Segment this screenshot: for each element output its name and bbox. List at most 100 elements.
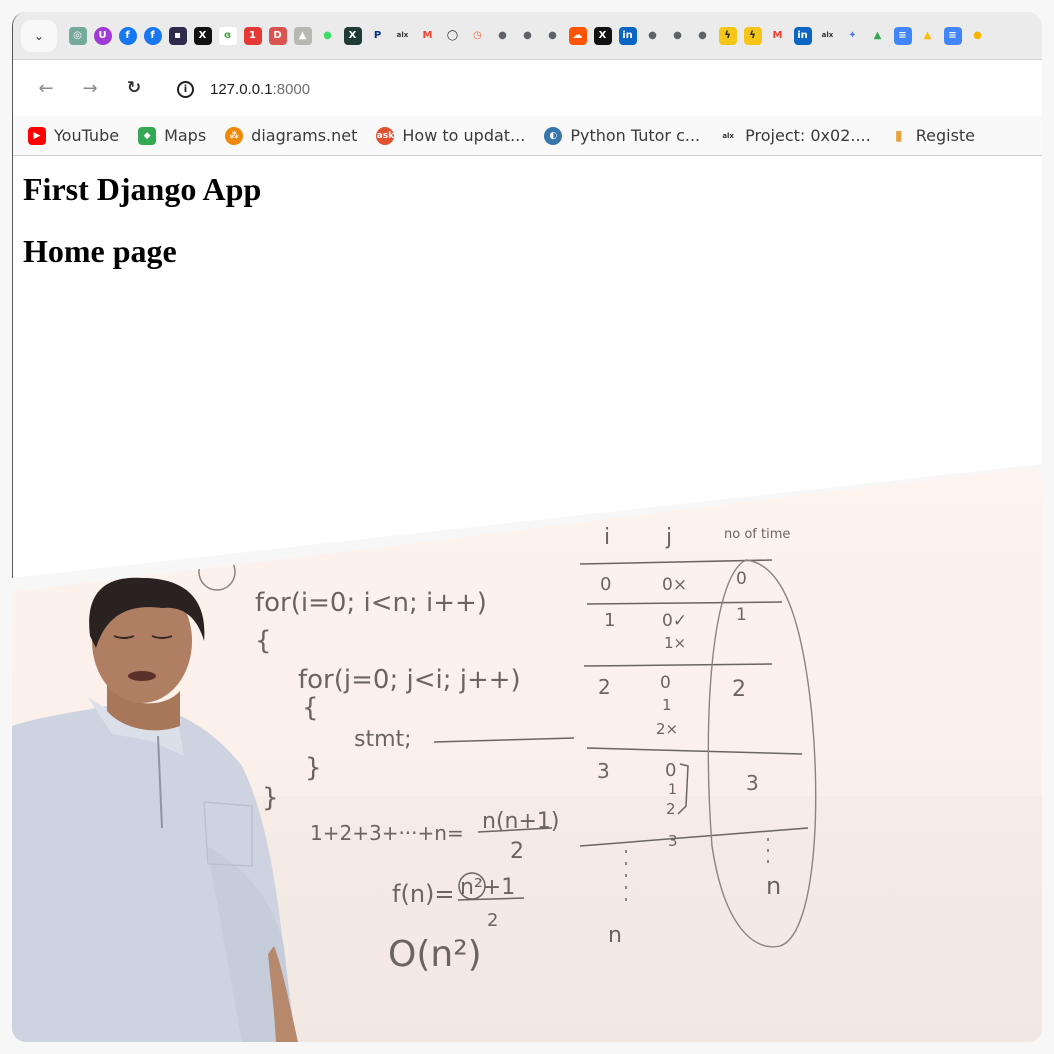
pinned-tab-globe[interactable]: ● [543,26,562,45]
pinned-tab-github[interactable]: ◯ [443,26,462,45]
pinned-tab-paypal[interactable]: P [368,26,387,45]
pinned-tab-google-docs[interactable]: ≡ [893,26,912,45]
pinned-tab-excel-x[interactable]: X [343,26,362,45]
pinned-tab-facebook[interactable]: f [143,26,162,45]
image-icon: ▲ [298,29,307,41]
bookmark-ask[interactable]: ask How to updat... [376,126,525,145]
pinned-tab-google-docs[interactable]: ≡ [943,26,962,45]
bookmark-bar-chart[interactable]: ▮ Registe [889,126,976,145]
cell-count: 1 [736,605,747,625]
chevron-down-icon: ⌄ [33,28,45,43]
facebook-icon: f [125,29,130,41]
linkedin-icon: in [797,29,808,41]
pinned-tab-bolt-app[interactable]: ϟ [718,26,737,45]
sum-formula-denominator: 2 [510,839,524,864]
pinned-tab-globe[interactable]: ● [493,26,512,45]
bookmark-label: Registe [915,126,976,145]
alx-icon: alx [719,126,738,145]
reload-button[interactable]: ↻ [119,73,149,103]
globe-icon: ● [673,29,682,41]
cell-j: 2 [666,800,676,818]
fn-formula-numerator: n²+1 [460,875,515,900]
pinned-tab-linkedin[interactable]: in [793,26,812,45]
forward-button[interactable]: → [75,73,105,103]
pinned-tab-google-drive[interactable]: ▲ [868,26,887,45]
table-header-i: i [604,525,610,550]
bookmarks-bar: ▶ YouTube ◆ Maps ⁂ diagrams.net ask How to upda… [13,116,1042,156]
github-icon: ◯ [446,29,459,41]
cell-i: 1 [604,610,615,631]
pinned-tab-alx[interactable]: alx [818,26,837,45]
pinned-tab-globe[interactable]: ● [643,26,662,45]
pinned-tab-upwork-u[interactable]: U [93,26,112,45]
code-line: for(i=0; i<n; i++) [255,588,487,618]
pinned-tab-linkedin[interactable]: in [618,26,637,45]
python-icon: ◐ [544,126,563,145]
url-host: 127.0.0.1 [210,80,273,98]
pinned-tab-globe[interactable]: ● [668,26,687,45]
globe-icon: ● [498,29,507,41]
bookmark-maps[interactable]: ◆ Maps [138,126,206,145]
pinned-tab-soundcloud[interactable]: ☁ [568,26,587,45]
pinned-tab-overleaf[interactable]: ɞ [218,26,237,45]
excel-x-icon: X [348,29,357,41]
x-icon: X [198,29,207,41]
pinned-tab-x[interactable]: X [593,26,612,45]
table-rule [586,601,783,605]
code-line: for(j=0; j<i; j++) [298,665,521,695]
pinned-tab-green-dot[interactable]: ● [318,26,337,45]
alx-icon: alx [821,31,834,39]
table-header-count: no of time [724,527,790,542]
pinned-tab-gmail[interactable]: M [768,26,787,45]
bookmark-label: Project: 0x02.... [745,126,871,145]
cell-i-last: n [608,923,622,948]
table-rule [586,747,803,755]
circled-number [198,553,236,591]
pinned-tab-chatgpt[interactable]: ◎ [68,26,87,45]
page-heading: First Django App [23,171,262,207]
pinned-tab-doc-pdf[interactable]: D [268,26,287,45]
pinned-tab-globe[interactable]: ● [518,26,537,45]
pinned-tab-x[interactable]: X [193,26,212,45]
pinned-tab-partial-yellow[interactable]: ● [968,26,987,45]
bookmark-youtube[interactable]: ▶ YouTube [28,126,119,145]
chatgpt-icon: ◎ [73,29,82,41]
cell-i: 3 [597,759,610,783]
cell-j: 0× [662,575,687,595]
bookmark-alx[interactable]: alx Project: 0x02.... [719,126,871,145]
pinned-tab-calendar-app[interactable]: 1 [243,26,262,45]
bookmark-python[interactable]: ◐ Python Tutor c... [544,126,700,145]
bookmark-label: diagrams.net [251,126,358,145]
pinned-tab-clock-app[interactable]: ◷ [468,26,487,45]
tab-search-button[interactable]: ⌄ [21,19,57,52]
fn-formula-lhs: f(n)= [392,880,455,908]
bookmark-diagrams[interactable]: ⁂ diagrams.net [225,126,357,145]
pinned-tab-bolt-app[interactable]: ϟ [743,26,762,45]
pinned-tab-alx[interactable]: alx [393,26,412,45]
pinned-tab-gemini[interactable]: ✦ [843,26,862,45]
address-bar[interactable]: i 127.0.0.1 :8000 [165,70,1042,108]
cell-j: 1× [664,634,686,652]
arrow-left-icon: ← [38,77,54,99]
ask-icon: ask [376,126,395,145]
pinned-tab-globe[interactable]: ● [693,26,712,45]
paypal-icon: P [373,29,382,41]
pinned-tab-gmail[interactable]: M [418,26,437,45]
pinned-tab-facebook[interactable]: f [118,26,137,45]
table-header-j: j [665,525,672,550]
fn-formula-denominator: 2 [487,910,498,931]
pinned-tab-google-drive[interactable]: ▲ [918,26,937,45]
pinned-tab-app-purple[interactable]: ▪ [168,26,187,45]
gmail-icon: M [422,29,433,41]
site-info-icon[interactable]: i [177,80,194,98]
back-button[interactable]: ← [31,73,61,103]
cell-j: 1 [662,696,672,714]
calendar-app-icon: 1 [249,29,256,41]
pinned-tab-image[interactable]: ▲ [293,26,312,45]
green-dot-icon: ● [323,29,332,41]
clock-app-icon: ◷ [473,29,482,41]
cell-j: 1 [668,782,677,798]
mouth [128,671,156,681]
code-line: } [305,753,322,783]
cell-j: 0 [660,673,671,693]
